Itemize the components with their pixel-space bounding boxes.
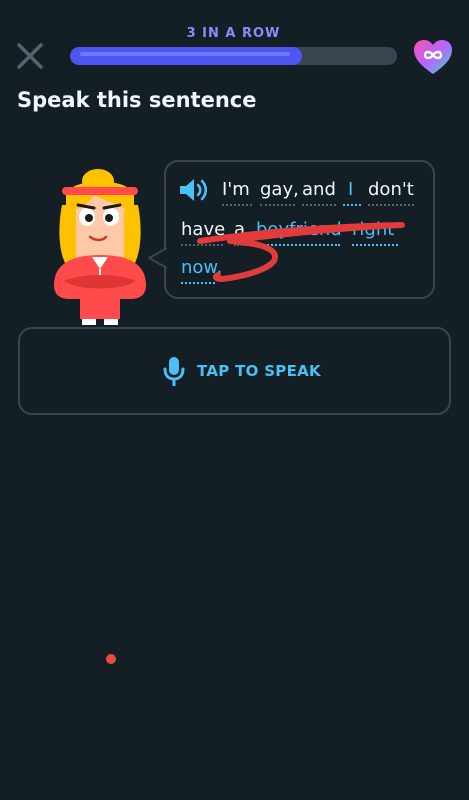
infinity-heart-icon bbox=[414, 40, 452, 74]
word-underline bbox=[181, 282, 215, 284]
lesson-screen: 3 IN A ROW Speak this sentence I'm gay, … bbox=[0, 0, 469, 800]
progress-bar bbox=[70, 47, 397, 65]
sentence-word[interactable]: I bbox=[348, 178, 353, 202]
word-underline bbox=[256, 244, 340, 246]
tap-to-speak-label: TAP TO SPEAK bbox=[197, 362, 321, 380]
sentence-word[interactable]: gay, bbox=[260, 178, 299, 202]
hearts-counter[interactable] bbox=[412, 38, 454, 76]
red-dot-marker bbox=[106, 654, 116, 664]
sentence-word[interactable]: now. bbox=[181, 256, 222, 280]
word-underline bbox=[181, 244, 223, 246]
close-button[interactable] bbox=[14, 40, 46, 72]
speaker-icon bbox=[180, 179, 208, 201]
microphone-icon bbox=[163, 357, 185, 386]
sentence-word[interactable]: have bbox=[181, 218, 225, 242]
word-underline bbox=[260, 204, 295, 206]
sentence-word[interactable]: don't bbox=[368, 178, 414, 202]
word-underline bbox=[234, 244, 246, 246]
play-audio-button[interactable] bbox=[178, 176, 210, 204]
streak-label: 3 IN A ROW bbox=[186, 26, 281, 41]
page-title: Speak this sentence bbox=[17, 88, 257, 112]
word-underline bbox=[343, 204, 361, 206]
character-avatar bbox=[40, 165, 160, 327]
progress-fill bbox=[70, 47, 303, 65]
sentence-word[interactable]: a bbox=[234, 218, 245, 242]
progress-shine bbox=[80, 52, 291, 56]
sentence-word[interactable]: boyfriend bbox=[256, 218, 342, 242]
sentence-word[interactable]: and bbox=[302, 178, 336, 202]
sentence-word[interactable]: right bbox=[352, 218, 394, 242]
close-icon bbox=[17, 43, 43, 69]
word-underline bbox=[222, 204, 252, 206]
sentence-word[interactable]: I'm bbox=[222, 178, 250, 202]
word-underline bbox=[352, 244, 398, 246]
word-underline bbox=[302, 204, 336, 206]
speech-bubble-tail bbox=[148, 247, 167, 269]
word-underline bbox=[368, 204, 414, 206]
